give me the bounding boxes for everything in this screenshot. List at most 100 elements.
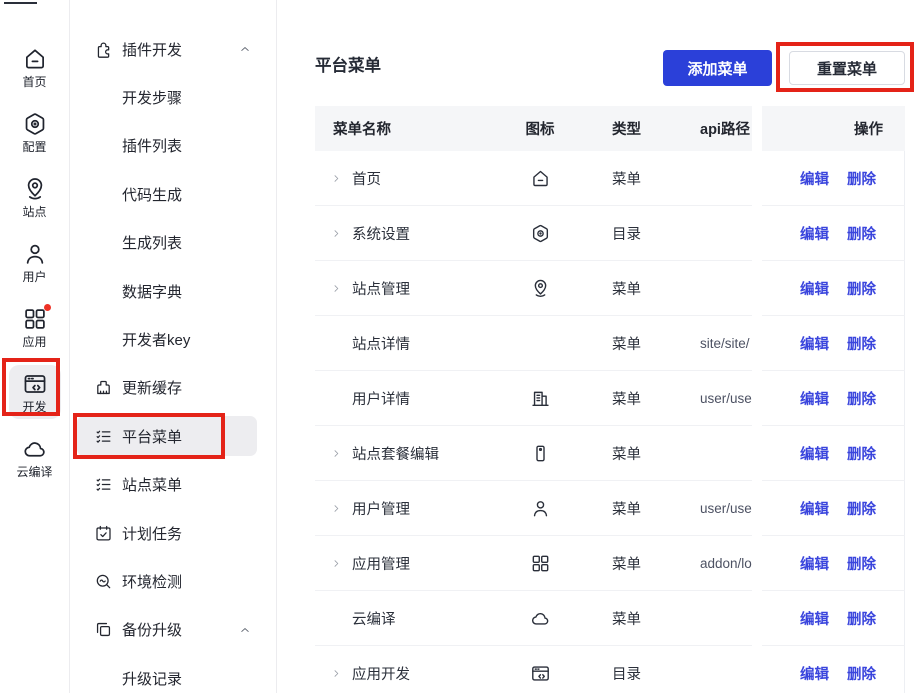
menu-type-cell: 菜单 — [585, 371, 675, 426]
menu-icon-cell — [495, 316, 585, 371]
fixed-column-gap — [752, 591, 762, 646]
dev-submenu: 插件开发开发步骤插件列表代码生成生成列表数据字典开发者key 更新缓存平台菜单站点… — [70, 0, 277, 693]
caret-up-icon — [238, 42, 252, 56]
menu-icon-cell — [495, 536, 585, 591]
submenu-item-插件列表[interactable]: 插件列表 — [70, 122, 276, 170]
submenu-item-环境检测[interactable]: 环境检测 — [70, 557, 276, 605]
delete-link[interactable]: 删除 — [847, 443, 876, 464]
edit-link[interactable]: 编辑 — [800, 333, 829, 354]
submenu-item-备份升级[interactable]: 备份升级 — [70, 606, 276, 654]
submenu-item-label: 站点菜单 — [122, 474, 182, 495]
delete-link[interactable]: 删除 — [847, 333, 876, 354]
row-actions-cell: 编辑删除 — [762, 151, 905, 206]
expand-chevron-right-icon[interactable] — [330, 282, 344, 295]
edit-link[interactable]: 编辑 — [800, 388, 829, 409]
delete-link[interactable]: 删除 — [847, 168, 876, 189]
delete-link[interactable]: 删除 — [847, 663, 876, 684]
table-row-首页: 首页 菜单 编辑删除 — [315, 151, 905, 206]
expand-chevron-right-icon[interactable] — [330, 172, 344, 185]
menu-name: 应用管理 — [352, 553, 410, 574]
submenu-item-站点菜单[interactable]: 站点菜单 — [70, 461, 276, 509]
rail-item-cloud[interactable]: 云编译 — [9, 430, 61, 484]
submenu-item-label: 开发者key — [122, 329, 190, 350]
submenu-item-代码生成[interactable]: 代码生成 — [70, 170, 276, 218]
edit-link[interactable]: 编辑 — [800, 223, 829, 244]
notification-badge-dot — [44, 304, 51, 311]
delete-link[interactable]: 删除 — [847, 223, 876, 244]
edit-link[interactable]: 编辑 — [800, 443, 829, 464]
menu-icon-cell — [495, 206, 585, 261]
rail-item-home[interactable]: 首页 — [9, 40, 61, 94]
expand-chevron-right-icon[interactable] — [330, 502, 344, 515]
api-path-cell — [675, 646, 752, 693]
delete-link[interactable]: 删除 — [847, 278, 876, 299]
api-path-cell — [675, 261, 752, 316]
delete-link[interactable]: 删除 — [847, 498, 876, 519]
logo-fragment — [4, 2, 37, 4]
dev-icon — [530, 663, 551, 684]
submenu-item-label: 备份升级 — [122, 619, 182, 640]
submenu-item-label: 环境检测 — [122, 571, 182, 592]
submenu-item-升级记录[interactable]: 升级记录 — [70, 654, 276, 693]
edit-link[interactable]: 编辑 — [800, 498, 829, 519]
calendar-check-icon — [94, 524, 113, 543]
submenu-item-插件开发[interactable]: 插件开发 — [70, 25, 276, 73]
user-icon — [530, 498, 551, 519]
submenu-item-平台菜单[interactable]: 平台菜单 — [77, 416, 257, 456]
api-path-cell: user/use — [675, 481, 752, 536]
rail-item-dev[interactable]: 开发 — [9, 365, 61, 419]
reset-menu-button[interactable]: 重置菜单 — [789, 51, 905, 85]
rail-item-label: 站点 — [22, 206, 46, 218]
reset-button-wrap: 重置菜单 — [789, 51, 905, 85]
fixed-column-gap — [752, 646, 762, 693]
rail-item-setting[interactable]: 配置 — [9, 105, 61, 159]
menu-icon-cell — [495, 371, 585, 426]
submenu-item-生成列表[interactable]: 生成列表 — [70, 219, 276, 267]
expand-chevron-right-icon[interactable] — [330, 447, 344, 460]
table-body: 首页菜单编辑删除系统设置目录编辑删除站点管理菜单编辑删除站点详情菜单site/s… — [315, 151, 905, 693]
edit-link[interactable]: 编辑 — [800, 663, 829, 684]
submenu-item-更新缓存[interactable]: 更新缓存 — [70, 364, 276, 412]
menu-icon-cell — [495, 426, 585, 481]
submenu-item-开发者key[interactable]: 开发者key — [70, 315, 276, 363]
edit-link[interactable]: 编辑 — [800, 608, 829, 629]
edit-link[interactable]: 编辑 — [800, 168, 829, 189]
tag-icon — [530, 443, 551, 464]
apps-icon — [530, 553, 551, 574]
fixed-column-gap — [752, 426, 762, 481]
rail-item-apps[interactable]: 应用 — [9, 300, 61, 354]
submenu-item-开发步骤[interactable]: 开发步骤 — [70, 73, 276, 121]
delete-link[interactable]: 删除 — [847, 388, 876, 409]
delete-link[interactable]: 删除 — [847, 553, 876, 574]
menu-name: 首页 — [352, 168, 381, 189]
add-menu-button[interactable]: 添加菜单 — [663, 50, 772, 86]
submenu-item-label: 数据字典 — [122, 281, 182, 302]
row-actions-cell: 编辑删除 — [762, 536, 905, 591]
menu-icon-cell — [495, 151, 585, 206]
expand-chevron-right-icon[interactable] — [330, 557, 344, 570]
edit-link[interactable]: 编辑 — [800, 553, 829, 574]
column-header-ops: 操作 — [762, 106, 905, 151]
row-actions-cell: 编辑删除 — [762, 316, 905, 371]
expand-chevron-right-icon[interactable] — [330, 227, 344, 240]
fixed-column-gap — [752, 261, 762, 316]
submenu-item-计划任务[interactable]: 计划任务 — [70, 509, 276, 557]
table-row-用户详情: 用户详情菜单user/use编辑删除 — [315, 371, 905, 426]
rail-item-site[interactable]: 站点 — [9, 170, 61, 224]
home-icon — [22, 46, 48, 72]
broom-icon — [94, 378, 113, 397]
rail-item-user[interactable]: 用户 — [9, 235, 61, 289]
setting-icon — [22, 111, 48, 137]
submenu-item-label: 生成列表 — [122, 232, 182, 253]
cloud-icon — [22, 436, 48, 462]
api-path-cell: addon/lo — [675, 536, 752, 591]
menu-type-cell: 菜单 — [585, 151, 675, 206]
submenu-item-数据字典[interactable]: 数据字典 — [70, 267, 276, 315]
submenu-item-label: 计划任务 — [122, 523, 182, 544]
edit-link[interactable]: 编辑 — [800, 278, 829, 299]
expand-chevron-right-icon[interactable] — [330, 667, 344, 680]
delete-link[interactable]: 删除 — [847, 608, 876, 629]
api-path-cell — [675, 426, 752, 481]
menu-name: 站点管理 — [352, 278, 410, 299]
column-header-1: 图标 — [495, 106, 585, 151]
